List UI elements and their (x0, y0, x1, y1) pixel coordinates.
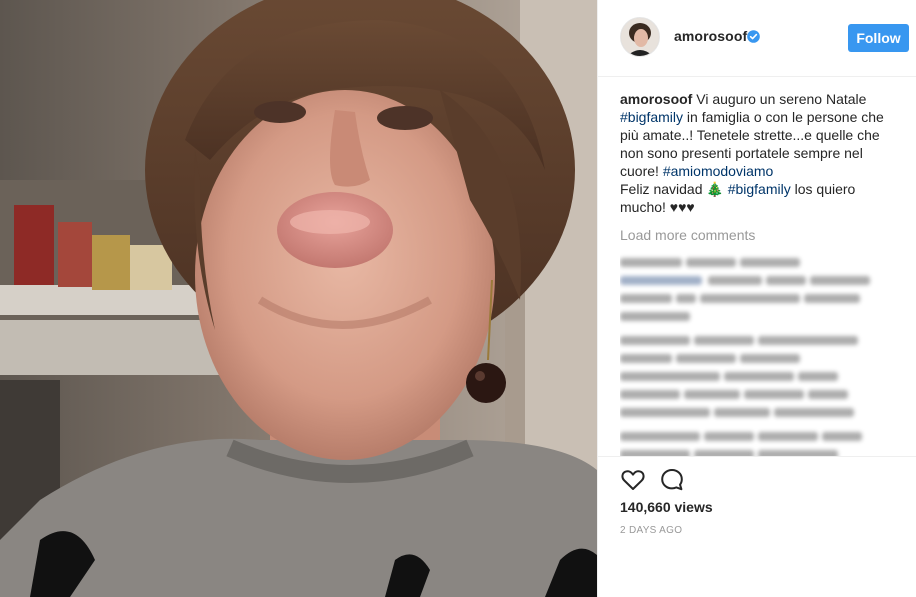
blurred-comment-text (620, 258, 870, 456)
avatar-image (621, 18, 659, 56)
post-actions: 140,660 views 2 DAYS AGO (598, 456, 916, 597)
caption-text: Feliz navidad 🎄 (620, 181, 728, 197)
like-button[interactable] (620, 467, 646, 493)
post-caption: amorosoof Vi auguro un sereno Natale #bi… (620, 90, 900, 216)
follow-button[interactable]: Follow (848, 24, 909, 52)
speech-bubble-icon (661, 469, 683, 491)
blurred-comments (620, 256, 900, 456)
post-header: amorosoof Follow (598, 0, 916, 77)
comment-button[interactable] (659, 467, 685, 493)
hashtag-link[interactable]: #amiomodoviamo (663, 163, 774, 179)
instagram-post: amorosoof Follow amorosoof Vi auguro un … (0, 0, 916, 597)
post-side-panel: amorosoof Follow amorosoof Vi auguro un … (597, 0, 916, 597)
view-count: 140,660 views (620, 499, 713, 515)
caption-username-link[interactable]: amorosoof (620, 91, 692, 107)
hashtag-link[interactable]: #bigfamily (728, 181, 791, 197)
avatar[interactable] (620, 17, 660, 57)
heart-outline-icon (621, 470, 645, 490)
caption-text: Vi auguro un sereno Natale (692, 91, 867, 107)
comments-list: amorosoof Vi auguro un sereno Natale #bi… (620, 90, 900, 456)
load-more-comments-link[interactable]: Load more comments (620, 226, 900, 244)
post-timestamp[interactable]: 2 DAYS AGO (620, 525, 682, 536)
post-video[interactable] (0, 0, 597, 597)
hashtag-link[interactable]: #bigfamily (620, 109, 683, 125)
username-link[interactable]: amorosoof (674, 28, 747, 44)
video-frame-image (0, 0, 597, 597)
verified-badge-icon (747, 30, 760, 43)
